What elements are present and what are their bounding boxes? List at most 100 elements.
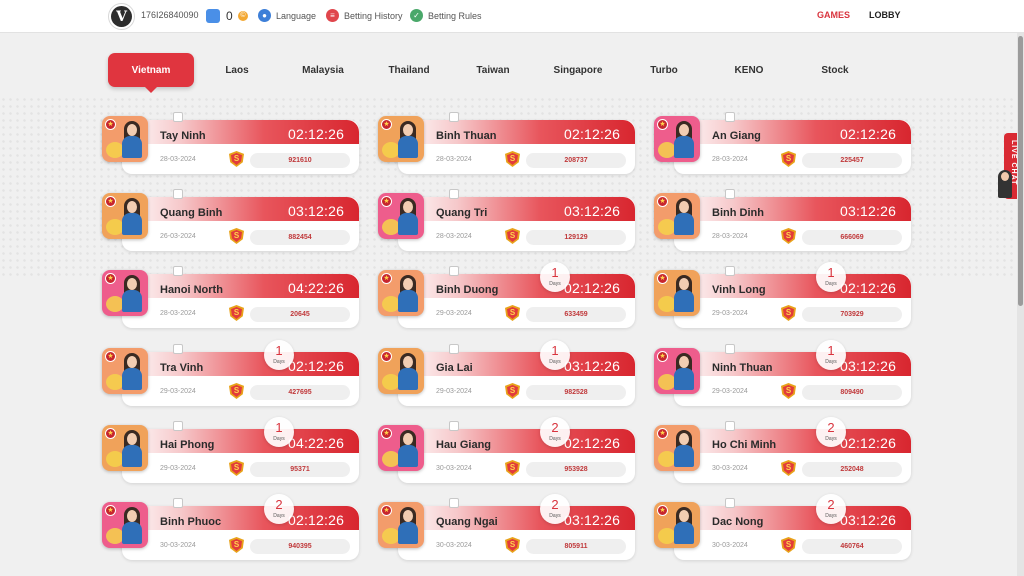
scrollbar-thumb[interactable]	[1018, 36, 1023, 306]
draw-date: 30-03-2024	[712, 465, 748, 472]
favorite-checkbox[interactable]	[173, 498, 183, 508]
lottery-thumbnail: ★	[378, 425, 424, 471]
favorite-checkbox[interactable]	[449, 266, 459, 276]
draw-date: 28-03-2024	[436, 233, 472, 240]
tab-turbo[interactable]: Turbo	[622, 53, 706, 87]
draw-date: 30-03-2024	[436, 465, 472, 472]
star-badge-icon: ★	[657, 273, 668, 284]
draw-date: 28-03-2024	[160, 156, 196, 163]
countdown-timer: 02:12:26	[564, 435, 621, 451]
favorite-checkbox[interactable]	[725, 189, 735, 199]
lottery-card[interactable]: ★ Gia Lai 03:12:26 29-03-2024 S 982528 1 Days	[378, 340, 635, 408]
lottery-card[interactable]: ★ Binh Phuoc 02:12:26 30-03-2024 S 940395 2 Day…	[102, 494, 359, 562]
lottery-card[interactable]: ★ Dac Nong 03:12:26 30-03-2024 S 460764 2 Days	[654, 494, 911, 562]
star-badge-icon: ★	[657, 428, 668, 439]
tab-stock[interactable]: Stock	[792, 53, 878, 87]
globe-icon: ●	[258, 9, 271, 22]
result-number: 666069	[802, 230, 902, 245]
lottery-card[interactable]: ★ Hau Giang 02:12:26 30-03-2024 S 953928 2 Days	[378, 417, 635, 485]
favorite-checkbox[interactable]	[725, 112, 735, 122]
days-badge: 2 Days	[540, 494, 570, 524]
result-number: 20645	[250, 307, 350, 322]
tab-taiwan[interactable]: Taiwan	[452, 53, 534, 87]
result-number: 982528	[526, 385, 626, 400]
draw-date: 28-03-2024	[436, 156, 472, 163]
star-badge-icon: ★	[381, 119, 392, 130]
lottery-card[interactable]: ★ Hanoi North 04:22:26 28-03-2024 S 20645	[102, 266, 359, 330]
days-badge: 1 Days	[264, 340, 294, 370]
tab-malaysia[interactable]: Malaysia	[280, 53, 366, 87]
lottery-name: Dac Nong	[712, 516, 764, 528]
countdown-timer: 02:12:26	[288, 358, 345, 374]
countdown-timer: 02:12:26	[840, 280, 897, 296]
lottery-card[interactable]: ★ Tra Vinh 02:12:26 29-03-2024 S 427695 1 Days	[102, 340, 359, 408]
lottery-card[interactable]: ★ Ninh Thuan 03:12:26 29-03-2024 S 809490 1 Day…	[654, 340, 911, 408]
language-menu[interactable]: ● Language	[258, 9, 316, 22]
lottery-card[interactable]: ★ Ho Chi Minh 02:12:26 30-03-2024 S 252048 2 Da…	[654, 417, 911, 485]
favorite-checkbox[interactable]	[725, 266, 735, 276]
countdown-timer: 04:22:26	[288, 280, 345, 296]
tab-singapore[interactable]: Singapore	[534, 53, 622, 87]
wallet-icon	[206, 9, 220, 23]
lottery-thumbnail: ★	[102, 193, 148, 239]
result-number: 252048	[802, 462, 902, 477]
favorite-checkbox[interactable]	[449, 189, 459, 199]
lottery-name: Tra Vinh	[160, 362, 204, 374]
draw-date: 28-03-2024	[712, 233, 748, 240]
days-badge: 2 Days	[264, 494, 294, 524]
lottery-name: Binh Thuan	[436, 130, 497, 142]
star-badge-icon: ★	[381, 273, 392, 284]
favorite-checkbox[interactable]	[449, 112, 459, 122]
draw-date: 28-03-2024	[712, 156, 748, 163]
tab-keno[interactable]: KENO	[706, 53, 792, 87]
draw-date: 30-03-2024	[160, 542, 196, 549]
favorite-checkbox[interactable]	[725, 498, 735, 508]
lobby-link[interactable]: LOBBY	[869, 10, 901, 20]
days-badge: 1 Days	[816, 340, 846, 370]
favorite-checkbox[interactable]	[725, 344, 735, 354]
favorite-checkbox[interactable]	[449, 344, 459, 354]
lottery-card[interactable]: ★ Vinh Long 02:12:26 29-03-2024 S 703929 1 Days	[654, 262, 911, 330]
favorite-checkbox[interactable]	[173, 266, 183, 276]
lottery-card[interactable]: ★ Hai Phong 04:22:26 29-03-2024 S 95371 1 Days	[102, 417, 359, 485]
star-badge-icon: ★	[105, 505, 116, 516]
betting-history-link[interactable]: ≡ Betting History	[326, 9, 403, 22]
tab-vietnam[interactable]: Vietnam	[108, 53, 194, 93]
lottery-card[interactable]: ★ Binh Thuan 02:12:26 28-03-2024 S 208737	[378, 112, 635, 176]
betting-rules-link[interactable]: ✓ Betting Rules	[410, 9, 482, 22]
favorite-checkbox[interactable]	[173, 112, 183, 122]
countdown-timer: 03:12:26	[564, 203, 621, 219]
draw-date: 29-03-2024	[436, 310, 472, 317]
lottery-card[interactable]: ★ Quang Tri 03:12:26 28-03-2024 S 129129	[378, 189, 635, 253]
favorite-checkbox[interactable]	[173, 421, 183, 431]
lottery-card[interactable]: ★ Quang Ngai 03:12:26 30-03-2024 S 805911 2 Day…	[378, 494, 635, 562]
lottery-card[interactable]: ★ Binh Duong 02:12:26 29-03-2024 S 633459 1 Day…	[378, 262, 635, 330]
tab-thailand[interactable]: Thailand	[366, 53, 452, 87]
favorite-checkbox[interactable]	[725, 421, 735, 431]
lottery-thumbnail: ★	[654, 116, 700, 162]
star-badge-icon: ★	[105, 351, 116, 362]
lottery-card[interactable]: ★ Binh Dinh 03:12:26 28-03-2024 S 666069	[654, 189, 911, 253]
tab-laos[interactable]: Laos	[194, 53, 280, 87]
star-badge-icon: ★	[381, 505, 392, 516]
games-link[interactable]: GAMES	[817, 10, 850, 20]
logo-mark: V	[111, 6, 132, 27]
result-number: 940395	[250, 539, 350, 554]
countdown-timer: 03:12:26	[840, 512, 897, 528]
star-badge-icon: ★	[381, 428, 392, 439]
lottery-card[interactable]: ★ An Giang 02:12:26 28-03-2024 S 225457	[654, 112, 911, 176]
lottery-card[interactable]: ★ Quang Binh 03:12:26 26-03-2024 S 882454	[102, 189, 359, 253]
days-badge: 1 Days	[264, 417, 294, 447]
favorite-checkbox[interactable]	[449, 498, 459, 508]
favorite-checkbox[interactable]	[449, 421, 459, 431]
favorite-checkbox[interactable]	[173, 189, 183, 199]
result-number: 809490	[802, 385, 902, 400]
balance-value: 0	[226, 9, 233, 23]
lottery-thumbnail: ★	[378, 116, 424, 162]
result-number: 882454	[250, 230, 350, 245]
site-logo[interactable]: V	[108, 3, 135, 30]
favorite-checkbox[interactable]	[173, 344, 183, 354]
lottery-name: Quang Ngai	[436, 516, 498, 528]
countdown-timer: 02:12:26	[840, 435, 897, 451]
lottery-card[interactable]: ★ Tay Ninh 02:12:26 28-03-2024 S 921610	[102, 112, 359, 176]
